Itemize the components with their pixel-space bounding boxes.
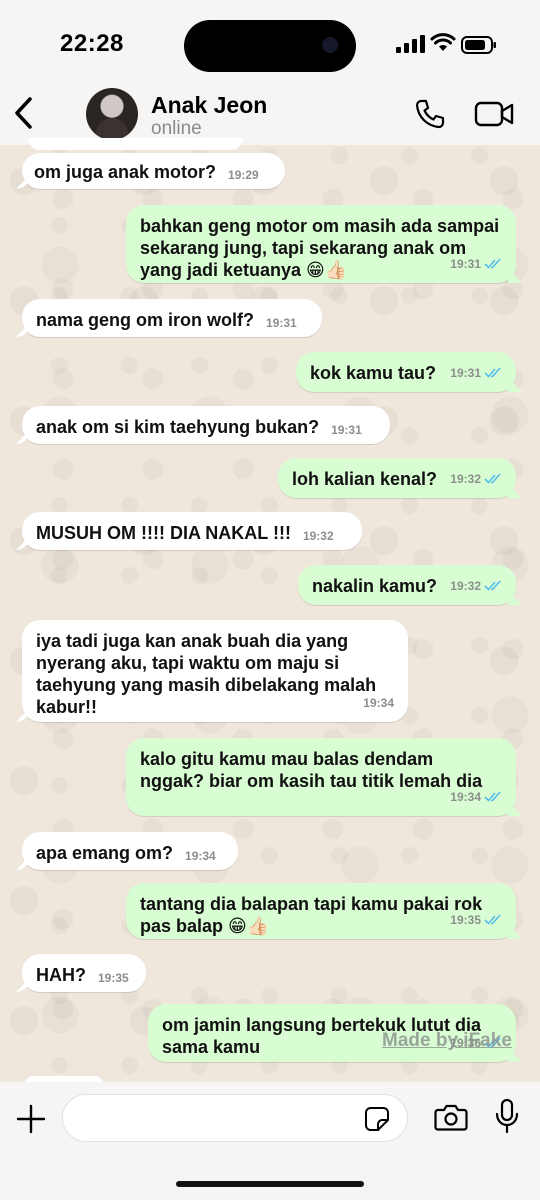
message-time: 19:29 — [228, 168, 259, 182]
message-text: HAH? — [36, 965, 86, 985]
message-time: 19:31 — [331, 423, 362, 437]
message-text: iya tadi juga kan anak buah dia yang nye… — [36, 631, 377, 717]
chevron-left-icon[interactable] — [12, 96, 34, 130]
message-input-bar — [0, 1082, 540, 1200]
message-meta: 19:35 — [450, 909, 502, 931]
double-check-icon — [484, 258, 501, 269]
message-time: 19:34 — [450, 790, 481, 804]
message-text: MUSUH OM !!!! DIA NAKAL !!! — [36, 523, 291, 543]
home-indicator — [176, 1181, 364, 1187]
avatar[interactable] — [86, 88, 138, 140]
sticker-icon[interactable] — [364, 1106, 390, 1132]
message-time: 19:31 — [266, 316, 297, 330]
cellular-signal-icon — [396, 35, 425, 53]
message-text: nama geng om iron wolf? — [36, 310, 255, 330]
message-text: bahkan geng motor om masih ada sampai se… — [140, 216, 500, 280]
plus-icon[interactable] — [16, 1104, 46, 1134]
message-meta: 19:32 — [450, 468, 502, 490]
message-text: loh kalian kenal? — [292, 469, 438, 489]
message-incoming[interactable]: HAH? 19:35 — [22, 954, 146, 992]
microphone-icon[interactable] — [494, 1098, 520, 1134]
message-input[interactable] — [62, 1094, 408, 1142]
message-meta: 19:32 — [450, 575, 502, 597]
status-time: 22:28 — [60, 30, 124, 57]
message-meta: 19:31 — [450, 362, 502, 384]
partial-message-bubble — [28, 138, 243, 150]
message-time: 19:35 — [450, 913, 481, 927]
message-time: 19:34 — [185, 849, 216, 863]
camera-icon[interactable] — [434, 1102, 468, 1132]
message-outgoing[interactable]: loh kalian kenal? 19:32 — [278, 458, 516, 498]
video-camera-icon[interactable] — [474, 100, 514, 128]
message-time: 19:35 — [98, 971, 129, 985]
double-check-icon — [484, 580, 501, 591]
message-text: kok kamu tau? — [310, 363, 437, 383]
message-meta: 19:34 — [450, 786, 502, 808]
status-bar: 22:28 — [0, 0, 540, 90]
message-time: 19:31 — [450, 257, 481, 271]
message-meta: 19:31 — [450, 253, 502, 275]
message-time: 19:32 — [450, 579, 481, 593]
message-incoming[interactable]: anak om si kim taehyung bukan? 19:31 — [22, 406, 390, 444]
message-time: 19:34 — [363, 696, 394, 710]
message-outgoing[interactable]: tantang dia balapan tapi kamu pakai rok … — [126, 883, 516, 939]
wifi-icon — [430, 33, 456, 51]
battery-icon — [461, 36, 496, 54]
message-time: 19:32 — [450, 472, 481, 486]
message-outgoing[interactable]: kalo gitu kamu mau balas dendam nggak? b… — [126, 738, 516, 816]
message-outgoing[interactable]: nakalin kamu? 19:32 — [298, 565, 516, 605]
message-incoming[interactable]: nama geng om iron wolf? 19:31 — [22, 299, 322, 337]
message-incoming[interactable]: iya tadi juga kan anak buah dia yang nye… — [22, 620, 408, 722]
double-check-icon — [484, 473, 501, 484]
message-incoming[interactable]: om juga anak motor? 19:29 — [22, 153, 285, 189]
message-incoming[interactable]: MUSUH OM !!!! DIA NAKAL !!! 19:32 — [22, 512, 362, 550]
double-check-icon — [484, 791, 501, 802]
contact-name[interactable]: Anak Jeon — [151, 92, 267, 119]
message-incoming[interactable]: apa emang om? 19:34 — [22, 832, 238, 870]
front-camera-icon — [322, 37, 338, 53]
phone-icon[interactable] — [414, 98, 446, 130]
message-outgoing[interactable]: bahkan geng motor om masih ada sampai se… — [126, 205, 516, 283]
double-check-icon — [484, 367, 501, 378]
message-text: tantang dia balapan tapi kamu pakai rok … — [140, 894, 483, 936]
message-text: anak om si kim taehyung bukan? — [36, 417, 320, 437]
double-check-icon — [484, 914, 501, 925]
contact-status: online — [151, 118, 202, 139]
message-text: nakalin kamu? — [312, 576, 438, 596]
watermark: Made by iFake — [382, 1030, 512, 1051]
message-time: 19:32 — [302, 529, 334, 543]
dynamic-island — [184, 20, 356, 72]
message-text: kalo gitu kamu mau balas dendam nggak? b… — [140, 749, 483, 791]
chat-wallpaper — [0, 145, 540, 1080]
message-time: 19:31 — [450, 366, 481, 380]
message-text: apa emang om? — [36, 843, 174, 863]
message-text: om juga anak motor? — [34, 162, 217, 182]
message-outgoing[interactable]: kok kamu tau? 19:31 — [296, 352, 516, 392]
